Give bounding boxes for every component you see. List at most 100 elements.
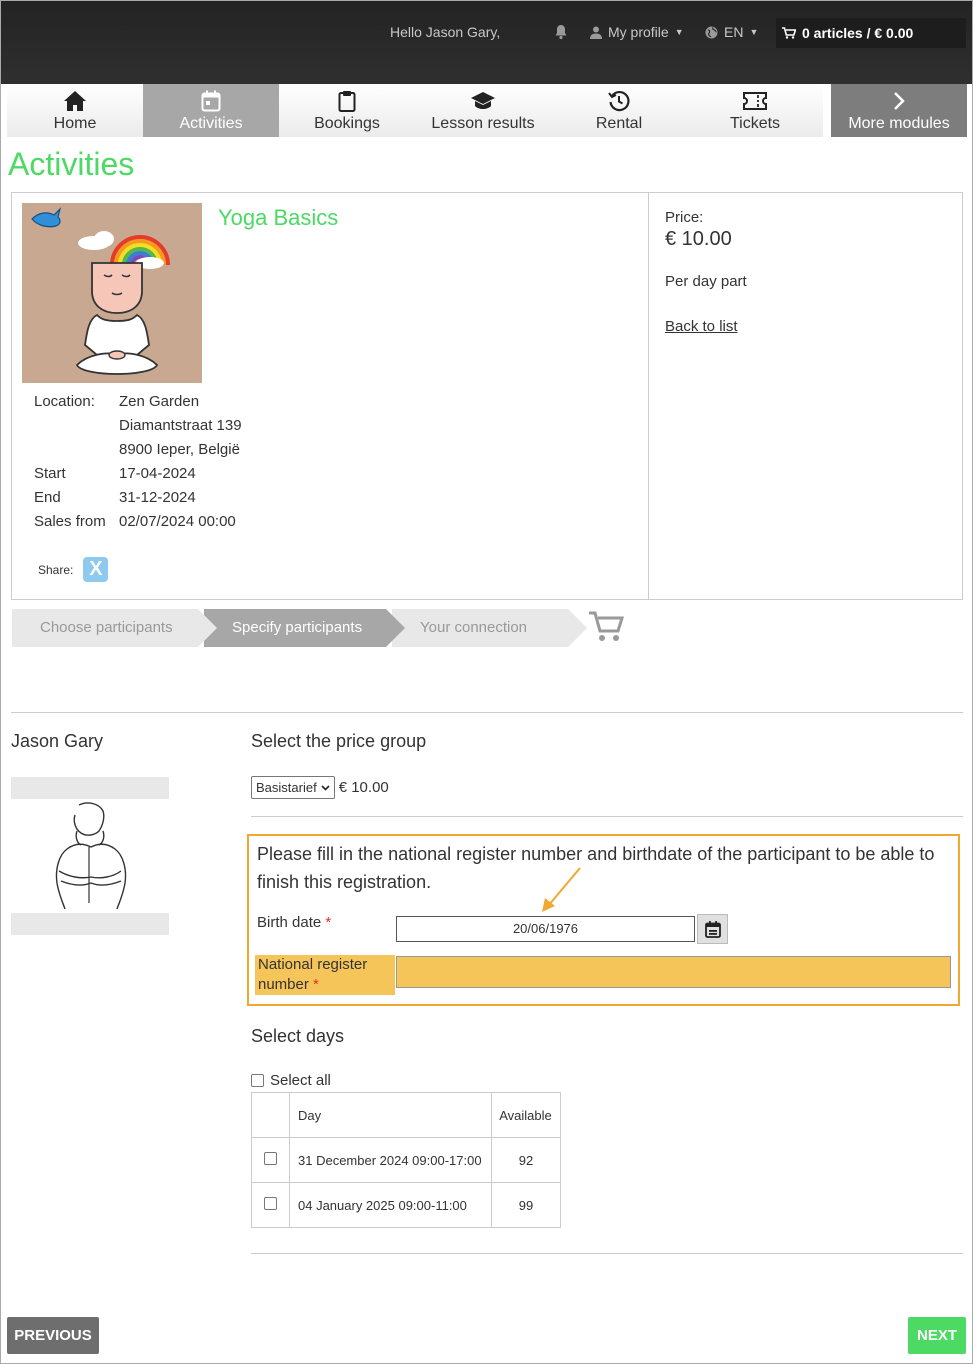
- tab-home[interactable]: Home: [7, 84, 143, 137]
- price-value: € 10.00: [665, 228, 732, 250]
- profile-menu[interactable]: My profile ▼: [590, 24, 684, 40]
- activity-card: Yoga Basics Location: Zen Garden Diamants…: [11, 192, 963, 600]
- cart-label: 0 articles / € 0.00: [802, 25, 914, 41]
- activity-image: [22, 203, 202, 383]
- globe-icon: [705, 26, 718, 38]
- location-label: Location:: [34, 392, 95, 410]
- price-box: Price: € 10.00 Per day part Back to list: [665, 209, 747, 335]
- price-group-title: Select the price group: [251, 731, 427, 751]
- calendar-icon: [201, 89, 221, 113]
- bell-icon[interactable]: [554, 24, 568, 43]
- main-nav: Home Activities Bookings Lesson results …: [7, 84, 967, 137]
- avatar-bottom-bar: [11, 913, 169, 935]
- national-register-input[interactable]: [396, 956, 951, 988]
- step-specify-participants: Specify participants: [204, 609, 405, 647]
- history-icon: [608, 89, 630, 113]
- start-label: Start: [34, 464, 66, 482]
- activity-name: Yoga Basics: [218, 205, 339, 230]
- step-choose-participants[interactable]: Choose participants: [12, 609, 217, 647]
- day-checkbox-cell[interactable]: [251, 1137, 290, 1183]
- start-date: 17-04-2024: [119, 464, 196, 482]
- tab-more-modules[interactable]: More modules: [831, 84, 967, 137]
- days-table: Day Available 31 December 2024 09:00-17:…: [251, 1092, 561, 1228]
- day-cell: 04 January 2025 09:00-11:00: [289, 1182, 492, 1228]
- day-checkbox[interactable]: [264, 1197, 277, 1210]
- table-row[interactable]: 04 January 2025 09:00-11:00 99: [251, 1182, 561, 1228]
- required-mark: *: [313, 976, 319, 993]
- divider: [11, 712, 963, 713]
- user-icon: [590, 26, 602, 39]
- checkout-steps: Choose participants Specify participants…: [12, 609, 587, 647]
- tab-tickets[interactable]: Tickets: [687, 84, 823, 137]
- activity-info: Location: Zen Garden Diamantstraat 139 89…: [34, 389, 242, 533]
- price-group-select[interactable]: Basistarief: [251, 776, 335, 799]
- required-info-message: Please fill in the national register num…: [257, 844, 935, 892]
- price-group-selected: Basistarief: [256, 780, 317, 795]
- tab-label: Bookings: [314, 115, 380, 132]
- tab-label: Rental: [595, 115, 643, 132]
- arrow-pointer-icon: [540, 866, 582, 919]
- tab-label: Activities: [179, 115, 243, 132]
- tab-label: More modules: [848, 115, 950, 132]
- day-checkbox[interactable]: [264, 1152, 277, 1165]
- tab-rental[interactable]: Rental: [551, 84, 687, 137]
- birth-date-label: Birth date *: [257, 914, 331, 931]
- calendar-icon: [704, 920, 721, 938]
- select-all-checkbox[interactable]: [251, 1074, 264, 1087]
- tab-label: Lesson results: [431, 115, 535, 132]
- checkbox-column-header: [251, 1092, 290, 1138]
- tab-label: Home: [53, 115, 97, 132]
- select-all-row[interactable]: Select all: [251, 1072, 331, 1089]
- tab-bookings[interactable]: Bookings: [279, 84, 415, 137]
- previous-button[interactable]: PREVIOUS: [7, 1317, 99, 1354]
- birth-date-input[interactable]: 20/06/1976: [396, 916, 695, 942]
- sales-from-label: Sales from: [34, 512, 106, 530]
- avatar: [11, 777, 169, 935]
- avatar-top-bar: [11, 777, 169, 799]
- location-name: Zen Garden: [119, 392, 200, 410]
- table-header-row: Day Available: [251, 1092, 561, 1138]
- clipboard-icon: [338, 89, 356, 113]
- select-days-title: Select days: [251, 1026, 345, 1046]
- next-button[interactable]: NEXT: [908, 1317, 966, 1354]
- sales-from-date: 02/07/2024 00:00: [119, 512, 236, 530]
- address-line1: Diamantstraat 139: [119, 416, 242, 434]
- chevron-down-icon: [321, 784, 330, 791]
- activity-details: Yoga Basics Location: Zen Garden Diamants…: [12, 193, 649, 599]
- language-menu[interactable]: EN ▼: [705, 24, 758, 40]
- day-checkbox-cell[interactable]: [251, 1182, 290, 1228]
- share-label: Share:: [38, 562, 74, 577]
- available-column-header: Available: [491, 1092, 561, 1138]
- step-your-connection: Your connection: [392, 609, 587, 647]
- ticket-icon: [742, 89, 768, 113]
- birth-date-label-text: Birth date: [257, 914, 322, 931]
- greeting: Hello Jason Gary,: [390, 24, 501, 40]
- select-all-label: Select all: [270, 1072, 331, 1089]
- divider: [251, 816, 963, 817]
- back-to-list-link[interactable]: Back to list: [665, 318, 747, 335]
- top-bar: Hello Jason Gary, My profile ▼ EN ▼ 0 ar…: [0, 0, 973, 84]
- x-share-icon[interactable]: X: [83, 557, 109, 582]
- end-date: 31-12-2024: [119, 488, 196, 506]
- table-row[interactable]: 31 December 2024 09:00-17:00 92: [251, 1137, 561, 1183]
- calendar-picker-button[interactable]: [697, 914, 728, 944]
- end-label: End: [34, 488, 61, 506]
- price-group-row: Basistarief € 10.00: [251, 776, 389, 799]
- share-row: Share: X: [38, 557, 109, 582]
- tab-lesson-results[interactable]: Lesson results: [415, 84, 551, 137]
- profile-label: My profile: [608, 24, 669, 40]
- participant-name: Jason Gary: [11, 731, 104, 751]
- caret-down-icon: ▼: [749, 27, 759, 37]
- cart-step-icon: [588, 610, 625, 649]
- graduation-cap-icon: [470, 89, 496, 113]
- cart-summary[interactable]: 0 articles / € 0.00: [776, 18, 966, 48]
- page-title: Activities: [8, 146, 135, 182]
- chevron-right-icon: [892, 89, 906, 113]
- tab-activities[interactable]: Activities: [143, 84, 279, 137]
- available-cell: 99: [491, 1182, 561, 1228]
- cart-icon: [782, 27, 796, 39]
- price-label: Price:: [665, 209, 704, 226]
- price-group-price: € 10.00: [338, 779, 389, 796]
- address-line2: 8900 Ieper, België: [119, 440, 240, 458]
- day-cell: 31 December 2024 09:00-17:00: [289, 1137, 492, 1183]
